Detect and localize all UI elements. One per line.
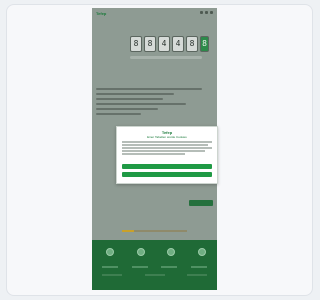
page-content: Tefep 8 8 4 4 8 8 — [92, 8, 217, 240]
footer-links-secondary — [102, 274, 207, 276]
counter-digit: 4 — [172, 36, 184, 52]
modal-body-text — [122, 141, 212, 156]
counter-display: 8 8 4 4 8 8 — [130, 36, 209, 52]
deny-cookies-button[interactable] — [122, 172, 212, 177]
search-icon[interactable] — [205, 11, 208, 14]
social-icon[interactable] — [106, 248, 114, 256]
cookie-consent-modal: Tefep Einer Tabellen wurde Cookies — [116, 126, 218, 184]
article-text — [96, 88, 208, 118]
pagination-active[interactable] — [122, 230, 134, 232]
footer-link[interactable] — [161, 266, 178, 268]
counter-digit: 4 — [158, 36, 170, 52]
accept-cookies-button[interactable] — [122, 164, 212, 169]
social-icon[interactable] — [167, 248, 176, 256]
brand-logo[interactable]: Tefep — [96, 11, 106, 16]
menu-icon[interactable] — [200, 11, 203, 14]
footer-link[interactable] — [102, 266, 118, 268]
footer-link[interactable] — [190, 266, 207, 268]
footer-link[interactable] — [131, 266, 148, 268]
action-button[interactable] — [189, 200, 213, 206]
header-icons — [200, 11, 213, 14]
social-icon[interactable] — [197, 248, 206, 256]
counter-caption — [130, 56, 202, 59]
modal-title: Einer Tabellen wurde Cookies — [147, 135, 187, 139]
footer-links — [102, 266, 207, 268]
counter-digit: 8 — [144, 36, 156, 52]
footer-link[interactable] — [144, 274, 165, 276]
footer-link[interactable] — [187, 274, 207, 276]
counter-digit: 8 — [186, 36, 198, 52]
footer-icons — [106, 248, 206, 256]
account-icon[interactable] — [210, 11, 213, 14]
counter-digit-highlight: 8 — [200, 36, 209, 52]
counter-digit: 8 — [130, 36, 142, 52]
footer-link[interactable] — [102, 274, 122, 276]
social-icon[interactable] — [136, 248, 145, 256]
site-footer — [92, 240, 217, 290]
